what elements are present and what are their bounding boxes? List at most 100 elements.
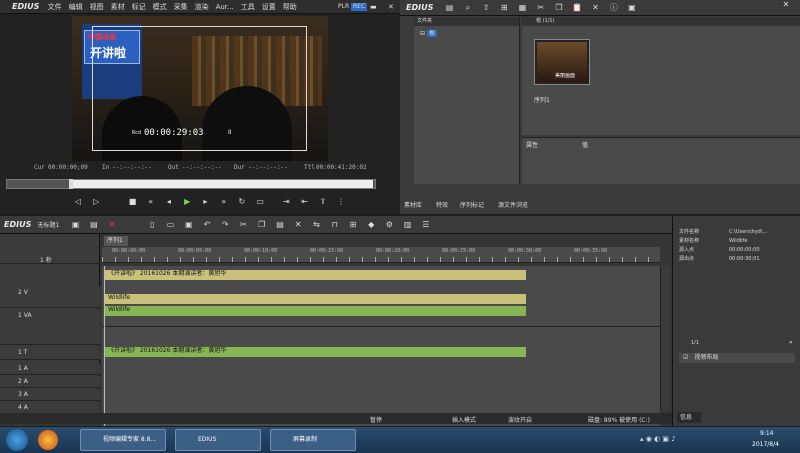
copy-tl-icon[interactable]: ❐ xyxy=(256,220,268,230)
tab-bin[interactable]: 素材库 xyxy=(404,200,422,209)
tab-effects[interactable]: 特效 xyxy=(436,200,448,209)
mixer-icon[interactable]: ▥ xyxy=(402,220,414,230)
save-icon[interactable]: ▣ xyxy=(70,220,82,230)
fx-item[interactable]: ☑ 视频布局 xyxy=(679,353,795,363)
taskbar-button-video-editor[interactable]: 视频编辑专家 8.8... xyxy=(80,429,166,451)
timeline-settings-icon[interactable]: ☰ xyxy=(420,220,432,230)
ttl-value: 00:00:41:20:02 xyxy=(316,164,367,171)
add-track-icon[interactable]: ⊞ xyxy=(347,220,359,230)
rewind-icon[interactable]: « xyxy=(145,197,157,207)
menu-item[interactable]: 帮助 xyxy=(283,3,297,11)
menu-icon[interactable]: ⋮ xyxy=(335,197,347,207)
track-3a[interactable]: 3 A xyxy=(0,389,100,401)
undo-icon[interactable]: ↶ xyxy=(201,220,213,230)
scale-label[interactable]: 1 秒 xyxy=(40,255,52,264)
delete-icon[interactable]: ✕ xyxy=(589,3,601,13)
rec-button[interactable]: REC xyxy=(351,3,368,11)
menu-item[interactable]: 设置 xyxy=(262,3,276,11)
play-icon[interactable]: ▶ xyxy=(181,197,193,207)
minimize-button[interactable]: ▬ xyxy=(370,0,377,14)
close-project-icon[interactable]: ✕ xyxy=(106,220,118,230)
paste-tl-icon[interactable]: ▤ xyxy=(274,220,286,230)
info-row: 素材名称 Wildlife xyxy=(679,238,748,244)
folder-icon[interactable]: ▤ xyxy=(444,3,456,13)
playhead[interactable] xyxy=(104,266,105,426)
root-folder[interactable]: ⊟ 根 xyxy=(420,28,519,37)
info-tab[interactable]: 信息 xyxy=(677,412,701,423)
bin-panel: EDIUS ▤ ⌕ ⇧ ⊞ ▦ ✂ ❐ 📋 ✕ ⓘ ▣ ✕ 文件夹 ⊟ 根 根 … xyxy=(400,0,800,214)
menu-item[interactable]: 视图 xyxy=(90,3,104,11)
new-icon[interactable]: ▯ xyxy=(146,220,158,230)
tab-source-browser[interactable]: 源文件浏览 xyxy=(498,200,528,209)
track-2v[interactable]: 2 V xyxy=(0,286,100,308)
track-1t[interactable]: 1 T xyxy=(0,346,100,360)
fx-checkbox-icon[interactable]: ☑ xyxy=(683,354,688,361)
track-headers: 1 秒 2 V 1 VA 1 T 1 A 2 A 3 A 4 A xyxy=(0,234,100,414)
menu-item[interactable]: 采集 xyxy=(174,3,188,11)
cut-icon[interactable]: ✂ xyxy=(535,3,547,13)
clip-2v[interactable]: 《开讲啦》 20161026 本期演讲者：黄旭华 xyxy=(104,270,526,280)
delete-tl-icon[interactable]: ✕ xyxy=(292,220,304,230)
render-icon[interactable]: ⚙ xyxy=(383,220,395,230)
cut-tl-icon[interactable]: ✂ xyxy=(238,220,250,230)
stop-icon[interactable]: ■ xyxy=(126,197,138,207)
paste-icon[interactable]: 📋 xyxy=(571,3,583,13)
snap-icon[interactable]: ⊓ xyxy=(329,220,341,230)
menu-item[interactable]: 渲染 xyxy=(195,3,209,11)
menu-item[interactable]: 编辑 xyxy=(69,3,83,11)
search-icon[interactable]: ⌕ xyxy=(462,3,474,13)
sequence-tab[interactable]: 序列1 xyxy=(104,236,128,246)
set-out-icon[interactable]: ▷ xyxy=(90,197,102,207)
view-icon[interactable]: ▣ xyxy=(626,3,638,13)
clip-1va-video[interactable]: Wildlife xyxy=(104,294,526,304)
set-in-icon[interactable]: ◁ xyxy=(72,197,84,207)
menu-item[interactable]: 模式 xyxy=(153,3,167,11)
close-button[interactable]: ✕ xyxy=(388,0,394,14)
step-forward-icon[interactable]: ▸ xyxy=(199,197,211,207)
timeline-ruler[interactable]: 00:00:00:00 00:00:05:00 00:00:10:00 00:0… xyxy=(102,247,660,263)
tree-expand-icon[interactable]: ⊟ xyxy=(420,30,425,37)
clip-thumbnail[interactable]: 美丽画面 xyxy=(534,39,590,85)
menu-item[interactable]: 标记 xyxy=(132,3,146,11)
fast-forward-icon[interactable]: » xyxy=(218,197,230,207)
timeline-vscroll[interactable] xyxy=(660,266,670,411)
menu-item[interactable]: 工具 xyxy=(241,3,255,11)
bin-close-icon[interactable]: ✕ xyxy=(780,0,792,10)
redo-icon[interactable]: ↷ xyxy=(219,220,231,230)
open-folder-icon[interactable]: ▭ xyxy=(165,220,177,230)
new-sequence-icon[interactable]: ▦ xyxy=(517,3,529,13)
browser-taskbar-icon[interactable] xyxy=(38,430,58,450)
menu-item[interactable]: Aur... xyxy=(216,3,234,11)
clip-1va-audio[interactable]: Wildlife xyxy=(104,306,526,316)
tab-sequence-markers[interactable]: 序列标记 xyxy=(460,200,484,209)
overwrite-icon[interactable]: ⇤ xyxy=(299,197,311,207)
clock-time[interactable]: 9:14 xyxy=(760,430,773,437)
player-scrub-bar[interactable] xyxy=(6,179,376,189)
clip-1t[interactable]: 《开讲啦》 20161026 本期演讲者：黄旭华 xyxy=(104,347,526,357)
ripple-icon[interactable]: ⇆ xyxy=(310,220,322,230)
step-back-icon[interactable]: ◂ xyxy=(163,197,175,207)
export-icon[interactable]: ⇪ xyxy=(317,197,329,207)
loop-icon[interactable]: ↻ xyxy=(236,197,248,207)
add-clip-icon[interactable]: ⊞ xyxy=(498,3,510,13)
up-folder-icon[interactable]: ⇧ xyxy=(480,3,492,13)
menu-item[interactable]: 素材 xyxy=(111,3,125,11)
marker-icon[interactable]: ◆ xyxy=(365,220,377,230)
track-1va[interactable]: 1 VA xyxy=(0,309,100,345)
open-icon[interactable]: ▤ xyxy=(88,220,100,230)
output-icon[interactable]: ▭ xyxy=(254,197,266,207)
info-table: 文件名称 C:\Users\hyd\... 素材名称 Wildlife 源入点 00:… xyxy=(679,228,797,272)
properties-icon[interactable]: ⓘ xyxy=(608,3,620,13)
taskbar-button-edius[interactable]: EDIUS xyxy=(175,429,261,451)
track-1a[interactable]: 1 A xyxy=(0,363,100,375)
clock-date[interactable]: 2017/8/4 xyxy=(752,441,779,448)
fx-close-icon[interactable]: ✕ xyxy=(789,340,793,346)
insert-icon[interactable]: ⇥ xyxy=(280,197,292,207)
copy-icon[interactable]: ❐ xyxy=(553,3,565,13)
dur-value: --:--:--:-- xyxy=(248,164,288,171)
start-button[interactable] xyxy=(6,429,28,451)
menu-item[interactable]: 文件 xyxy=(48,3,62,11)
taskbar-button-screen-recorder[interactable]: 屏幕录制 xyxy=(270,429,356,451)
track-2a[interactable]: 2 A xyxy=(0,376,100,388)
save-project-icon[interactable]: ▣ xyxy=(183,220,195,230)
